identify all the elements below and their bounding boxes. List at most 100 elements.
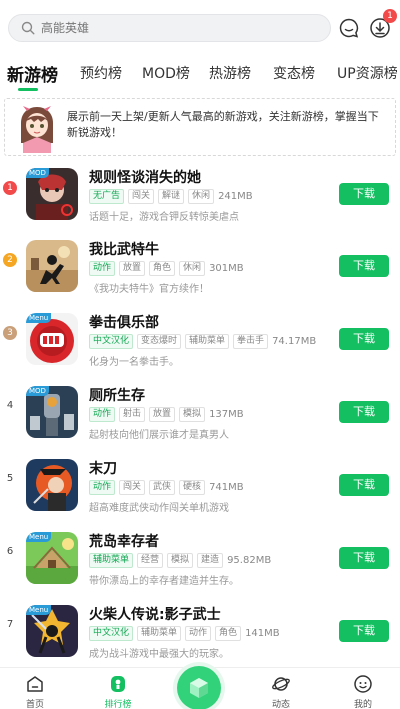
rank-number: 7 [6, 619, 14, 630]
game-tag: 动作 [89, 407, 116, 422]
download-button[interactable]: 下载 [339, 474, 389, 496]
tab-preorder[interactable]: 预约榜 [80, 63, 122, 83]
game-title[interactable]: 厕所生存 [89, 385, 145, 405]
game-tag: 动作 [89, 480, 116, 495]
game-size: 241MB [218, 191, 253, 202]
game-description: 成为战斗游戏中最强大的玩家。 [89, 649, 229, 660]
game-tags: 动作 放置 角色 休闲 301MB [89, 261, 244, 276]
game-tag: 辅助菜单 [185, 334, 230, 349]
download-button[interactable]: 下载 [339, 255, 389, 277]
nav-label: 动态 [271, 700, 290, 709]
game-tag: 辅助菜单 [137, 626, 182, 641]
anime-character-icon [21, 106, 53, 153]
game-icon[interactable]: MOD [26, 386, 78, 438]
mod-corner-label: MOD [26, 168, 49, 178]
list-item[interactable]: 3 Menu 拳击俱乐部 中文汉化 变态爆时 辅助菜单 拳击手 74.17MB … [0, 311, 400, 383]
game-tag: 解谜 [158, 189, 185, 204]
game-title[interactable]: 火柴人传说:影子武士 [89, 604, 221, 624]
game-icon[interactable]: MOD [26, 168, 78, 220]
game-description: 《我功夫特牛》官方续作！ [89, 284, 209, 295]
info-banner: 展示前一天上架/更新人气最高的新游戏，关注新游榜，掌握当下新锐游戏！ [4, 98, 396, 156]
list-item[interactable]: 1 MOD 规则怪谈消失的她 无广告 闯关 解谜 休闲 241MB 话题十足，游… [0, 166, 400, 238]
game-tag: 拳击手 [233, 334, 269, 349]
active-tab-indicator [18, 88, 38, 91]
game-description: 带你漂岛上的幸存者建造并生存。 [89, 576, 239, 587]
list-item[interactable]: 5 末刀 动作 闯关 武侠 硬核 741MB 超高难度武侠动作闯关单机游戏 下载 [0, 457, 400, 529]
tab-modded[interactable]: 变态榜 [273, 63, 315, 83]
game-tag: 角色 [149, 261, 176, 276]
game-description: 起射枝向他们展示谁才是真男人 [89, 430, 229, 441]
game-description: 话题十足，游戏合钾反转惊美虐点 [89, 212, 239, 223]
game-tag: 放置 [119, 261, 146, 276]
banner-text: 展示前一天上架/更新人气最高的新游戏，关注新游榜，掌握当下新锐游戏！ [67, 110, 379, 139]
home-icon [27, 676, 43, 692]
game-tags: 动作 射击 放置 模拟 137MB [89, 407, 244, 422]
game-icon[interactable]: Menu [26, 313, 78, 365]
game-icon[interactable]: Menu [26, 532, 78, 584]
planet-icon [272, 677, 290, 691]
list-item[interactable]: 4 MOD 厕所生存 动作 射击 放置 模拟 137MB 起射枝向他们展示谁才是… [0, 384, 400, 456]
game-tag: 角色 [215, 626, 242, 641]
menu-corner-label: Menu [26, 532, 52, 542]
game-tag: 模拟 [179, 407, 206, 422]
tab-hot[interactable]: 热游榜 [209, 63, 251, 83]
game-tags: 中文汉化 变态爆时 辅助菜单 拳击手 74.17MB [89, 334, 316, 349]
game-tag: 建造 [197, 553, 224, 568]
download-button[interactable]: 下载 [339, 620, 389, 642]
game-title[interactable]: 规则怪谈消失的她 [89, 167, 201, 187]
game-tag: 闯关 [128, 189, 155, 204]
game-tag: 武侠 [149, 480, 176, 495]
nav-home[interactable]: 首页 [10, 674, 60, 709]
game-size: 74.17MB [272, 336, 317, 347]
rank-number: 4 [6, 400, 14, 411]
game-icon[interactable] [26, 240, 78, 292]
game-tag: 经营 [137, 553, 164, 568]
list-item[interactable]: 7 Menu 火柴人传说:影子武士 中文汉化 辅助菜单 动作 角色 141MB … [0, 603, 400, 675]
game-tag: 闯关 [119, 480, 146, 495]
nav-profile[interactable]: 我的 [338, 674, 388, 709]
download-badge: 1 [383, 9, 397, 23]
rank-badge: 1 [3, 181, 17, 195]
rank-number: 5 [6, 473, 14, 484]
game-icon[interactable] [26, 459, 78, 511]
download-manager-button[interactable]: 1 [369, 9, 397, 39]
game-tag: 辅助菜单 [89, 553, 134, 568]
download-button[interactable]: 下载 [339, 183, 389, 205]
ranking-icon [111, 676, 125, 692]
tab-new-games[interactable]: 新游榜 [7, 61, 58, 86]
game-tag: 动作 [89, 261, 116, 276]
game-tag: 中文汉化 [89, 626, 134, 641]
game-size: 137MB [209, 409, 244, 420]
tab-up-resources[interactable]: UP资源榜 [337, 63, 398, 83]
game-tags: 无广告 闯关 解谜 休闲 241MB [89, 189, 253, 204]
center-cube-button[interactable] [177, 666, 221, 709]
mod-corner-label: MOD [26, 386, 49, 396]
nav-feed[interactable]: 动态 [256, 674, 306, 709]
download-button[interactable]: 下载 [339, 328, 389, 350]
tab-mod[interactable]: MOD榜 [142, 63, 190, 83]
game-description: 超高难度武侠动作闯关单机游戏 [89, 503, 229, 514]
game-description: 化身为一名拳击手。 [89, 357, 179, 368]
game-title[interactable]: 拳击俱乐部 [89, 312, 159, 332]
game-title[interactable]: 我比武特牛 [89, 239, 159, 259]
message-icon[interactable] [338, 17, 360, 39]
search-bar[interactable] [8, 14, 331, 42]
download-button[interactable]: 下载 [339, 547, 389, 569]
list-item[interactable]: 2 我比武特牛 动作 放置 角色 休闲 301MB 《我功夫特牛》官方续作！ 下… [0, 238, 400, 310]
game-tag: 动作 [185, 626, 212, 641]
game-size: 741MB [209, 482, 244, 493]
nav-ranking[interactable]: 排行榜 [93, 674, 143, 709]
download-button[interactable]: 下载 [339, 401, 389, 423]
game-tag: 变态爆时 [137, 334, 182, 349]
game-tag: 休闲 [188, 189, 215, 204]
game-icon[interactable]: Menu [26, 605, 78, 657]
game-title[interactable]: 末刀 [89, 458, 117, 478]
game-tags: 中文汉化 辅助菜单 动作 角色 141MB [89, 626, 280, 641]
search-input[interactable] [41, 21, 301, 35]
game-tags: 动作 闯关 武侠 硬核 741MB [89, 480, 244, 495]
list-item[interactable]: 6 Menu 荒岛幸存者 辅助菜单 经营 模拟 建造 95.82MB 带你漂岛上… [0, 530, 400, 602]
nav-label: 我的 [353, 700, 372, 709]
game-title[interactable]: 荒岛幸存者 [89, 531, 159, 551]
game-size: 95.82MB [227, 555, 272, 566]
game-tag: 休闲 [179, 261, 206, 276]
